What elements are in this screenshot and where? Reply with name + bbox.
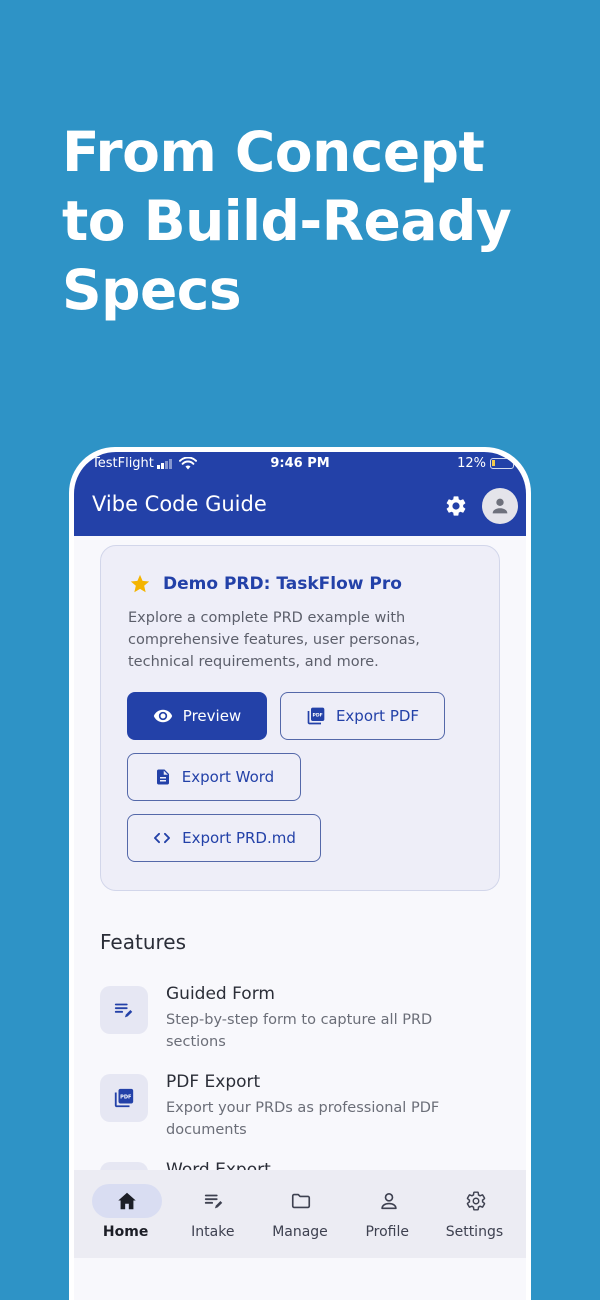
headline-line-1: From Concept <box>62 120 485 184</box>
export-word-button-label: Export Word <box>181 768 275 786</box>
marketing-headline: From Concept to Build-Ready Specs <box>62 118 582 325</box>
star-icon <box>130 574 150 593</box>
feature-description: Export your PRDs as professional PDF doc… <box>166 1100 440 1138</box>
account-icon <box>492 498 508 514</box>
bottom-navigation: Home Intake Manage Profile Settings <box>74 1170 526 1258</box>
export-md-button-label: Export PRD.md <box>182 829 296 847</box>
nav-manage-label: Manage <box>272 1224 328 1240</box>
export-word-button[interactable]: Export Word <box>127 753 301 801</box>
eye-icon <box>153 709 172 723</box>
nav-home-indicator <box>92 1184 162 1218</box>
nav-profile[interactable]: Profile <box>344 1170 431 1258</box>
home-icon <box>118 1192 136 1210</box>
nav-settings[interactable]: Settings <box>431 1170 518 1258</box>
document-icon <box>156 769 169 785</box>
nav-intake[interactable]: Intake <box>169 1170 256 1258</box>
settings-button[interactable] <box>442 492 470 520</box>
demo-card-header: Demo PRD: TaskFlow Pro <box>129 573 402 595</box>
nav-manage-indicator <box>266 1184 336 1218</box>
nav-intake-indicator <box>179 1184 249 1218</box>
headline-line-3: Specs <box>62 258 242 322</box>
nav-settings-label: Settings <box>445 1224 504 1240</box>
feature-icon-tile <box>100 986 148 1034</box>
nav-profile-indicator <box>354 1184 424 1218</box>
pdf-icon: PDF <box>307 707 325 725</box>
features-heading: Features <box>100 930 186 954</box>
headline-line-2: to Build-Ready <box>62 189 512 253</box>
demo-card-description: Explore a complete PRD example with comp… <box>128 610 420 670</box>
pdf-icon: PDF <box>114 1088 134 1108</box>
demo-prd-card: Demo PRD: TaskFlow Pro Explore a complet… <box>100 545 500 891</box>
feature-icon-tile: PDF <box>100 1074 148 1122</box>
feature-icon-tile <box>100 1162 148 1170</box>
feature-title: Guided Form <box>166 984 275 1004</box>
export-md-button[interactable]: Export PRD.md <box>127 814 321 862</box>
phone-frame: TestFlight 9:46 PM 12% Vibe Code Guide D… <box>69 447 531 1300</box>
preview-button[interactable]: Preview <box>127 692 267 740</box>
status-right: 12% <box>457 456 514 471</box>
account-avatar-button[interactable] <box>482 488 518 524</box>
nav-intake-label: Intake <box>191 1224 235 1240</box>
gear-icon <box>466 1191 486 1211</box>
battery-label: 12% <box>457 456 486 471</box>
nav-home-label: Home <box>102 1224 149 1240</box>
feature-title: PDF Export <box>166 1072 261 1092</box>
svg-text:PDF: PDF <box>312 713 322 719</box>
preview-button-label: Preview <box>182 707 242 725</box>
app-title: Vibe Code Guide <box>92 492 267 516</box>
edit-note-icon <box>205 1194 223 1209</box>
person-icon <box>380 1193 397 1210</box>
app-screen: TestFlight 9:46 PM 12% Vibe Code Guide D… <box>74 452 526 1300</box>
code-icon <box>154 832 171 844</box>
gear-icon <box>446 496 466 516</box>
folder-icon <box>292 1193 311 1209</box>
nav-settings-indicator <box>441 1184 511 1218</box>
feature-title: Word Export <box>166 1160 271 1170</box>
demo-card-title: Demo PRD: TaskFlow Pro <box>163 574 402 594</box>
app-bar: TestFlight 9:46 PM 12% Vibe Code Guide <box>74 452 526 536</box>
feature-description: Step-by-step form to capture all PRD sec… <box>166 1012 433 1050</box>
svg-text:PDF: PDF <box>120 1095 132 1101</box>
export-pdf-button[interactable]: PDF Export PDF <box>280 692 445 740</box>
nav-profile-label: Profile <box>365 1224 409 1240</box>
battery-icon <box>490 458 514 469</box>
edit-note-icon <box>114 1003 133 1018</box>
nav-manage[interactable]: Manage <box>256 1170 343 1258</box>
home-content[interactable]: Demo PRD: TaskFlow Pro Explore a complet… <box>74 536 526 1170</box>
export-pdf-button-label: Export PDF <box>335 707 420 725</box>
nav-home[interactable]: Home <box>82 1170 169 1258</box>
